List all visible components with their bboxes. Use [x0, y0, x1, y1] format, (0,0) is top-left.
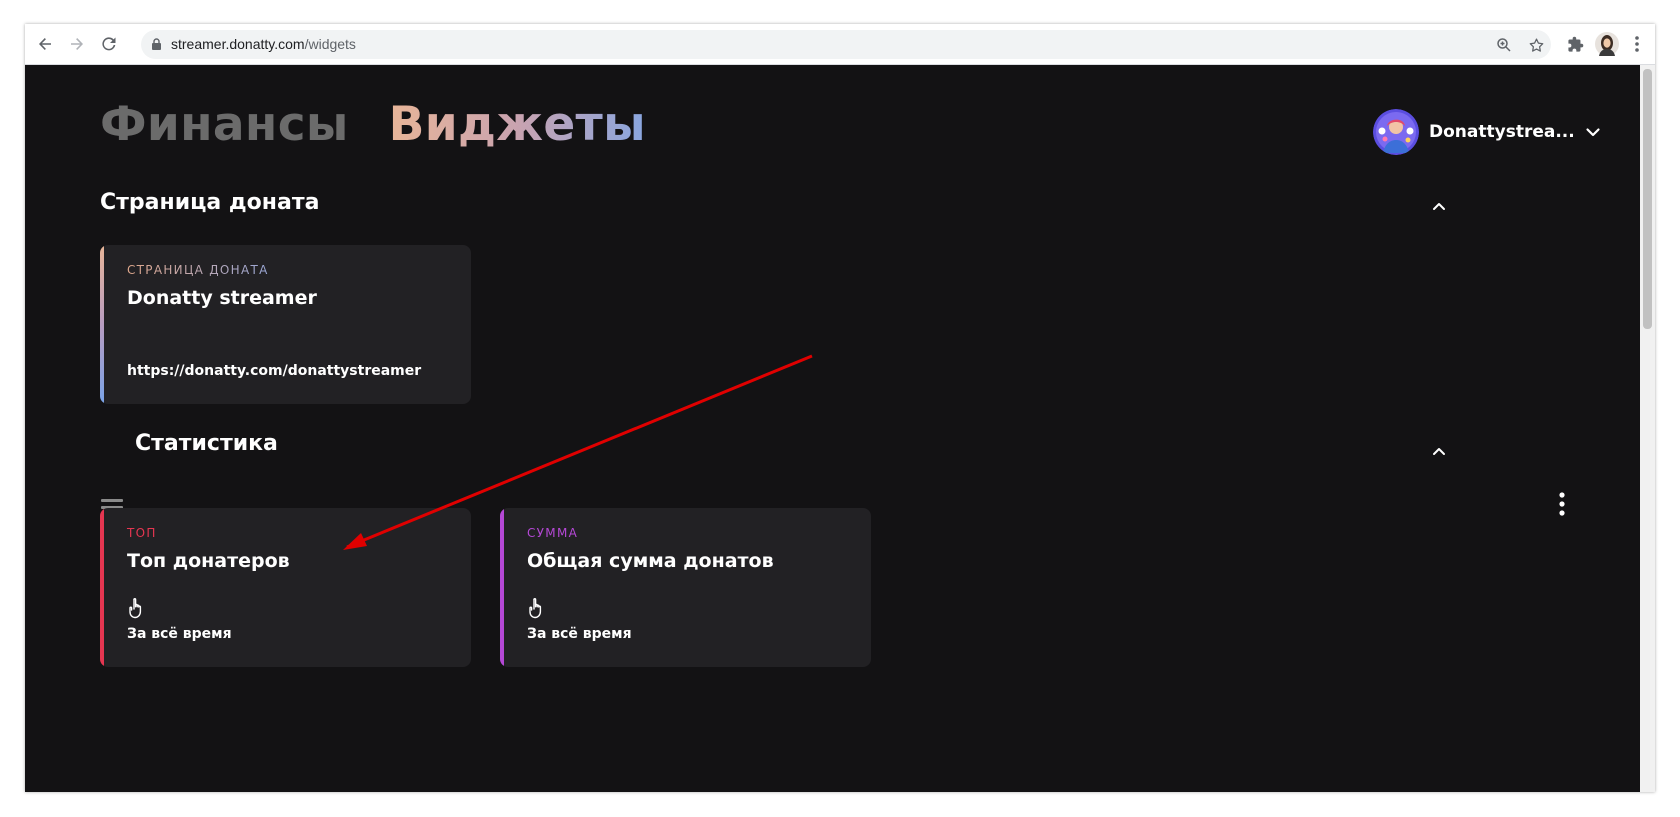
- card-kicker: СТРАНИЦА ДОНАТА: [127, 263, 269, 277]
- hand-pointer-icon: [529, 598, 542, 619]
- page-content: Финансы Виджеты Donattystrea... Страница…: [25, 65, 1655, 792]
- profile-name[interactable]: Donattystrea...: [1429, 122, 1575, 142]
- more-vert-icon[interactable]: [1625, 32, 1649, 56]
- reload-icon[interactable]: [97, 32, 121, 56]
- browser-toolbar: streamer.donatty.com/widgets: [25, 24, 1655, 65]
- card-period: За всё время: [127, 626, 232, 642]
- card-title: Donatty streamer: [127, 287, 317, 309]
- scrollbar-thumb[interactable]: [1643, 69, 1652, 329]
- forward-icon[interactable]: [65, 32, 89, 56]
- widget-card-total-sum[interactable]: СУММА Общая сумма донатов За всё время: [500, 508, 871, 667]
- profile-menu[interactable]: Donattystrea...: [1373, 109, 1601, 155]
- avatar[interactable]: [1373, 109, 1419, 155]
- back-icon[interactable]: [33, 32, 57, 56]
- lock-icon[interactable]: [152, 38, 161, 50]
- star-icon[interactable]: [1524, 33, 1548, 57]
- url-text[interactable]: streamer.donatty.com/widgets: [171, 36, 356, 52]
- collapse-donate-page-button[interactable]: [1427, 194, 1451, 218]
- card-kicker: СУММА: [527, 526, 579, 540]
- card-kicker: ТОП: [127, 526, 157, 540]
- card-accent-bar: [100, 508, 104, 667]
- zoom-icon[interactable]: [1492, 33, 1516, 57]
- main-tabs: Финансы Виджеты: [100, 97, 646, 152]
- widget-card-donate-page[interactable]: СТРАНИЦА ДОНАТА Donatty streamer https:/…: [100, 245, 471, 404]
- card-period: За всё время: [527, 626, 632, 642]
- more-options-icon[interactable]: [1558, 492, 1566, 516]
- card-accent-bar: [100, 245, 104, 404]
- section-title-statistics: Статистика: [135, 431, 278, 456]
- card-accent-bar: [500, 508, 504, 667]
- chevron-up-icon: [1433, 203, 1445, 210]
- card-link[interactable]: https://donatty.com/donattystreamer: [127, 363, 421, 379]
- extensions-icon[interactable]: [1563, 32, 1587, 56]
- widget-card-top-donators[interactable]: ТОП Топ донатеров За всё время: [100, 508, 471, 667]
- hand-pointer-icon: [129, 598, 142, 619]
- chevron-down-icon[interactable]: [1585, 124, 1601, 140]
- section-title-donate-page: Страница доната: [100, 190, 320, 215]
- tab-widgets[interactable]: Виджеты: [389, 97, 646, 152]
- address-bar[interactable]: streamer.donatty.com/widgets: [141, 30, 1551, 59]
- collapse-statistics-button[interactable]: [1427, 439, 1451, 463]
- card-title: Топ донатеров: [127, 550, 290, 572]
- browser-window: streamer.donatty.com/widgets Финансы Вид…: [25, 24, 1655, 792]
- profile-avatar[interactable]: [1595, 32, 1619, 56]
- url-host: streamer.donatty.com: [171, 36, 305, 52]
- scrollbar[interactable]: [1640, 65, 1655, 792]
- url-path: /widgets: [304, 36, 356, 52]
- chevron-up-icon: [1433, 448, 1445, 455]
- tab-finances[interactable]: Финансы: [100, 97, 349, 152]
- card-title: Общая сумма донатов: [527, 550, 774, 572]
